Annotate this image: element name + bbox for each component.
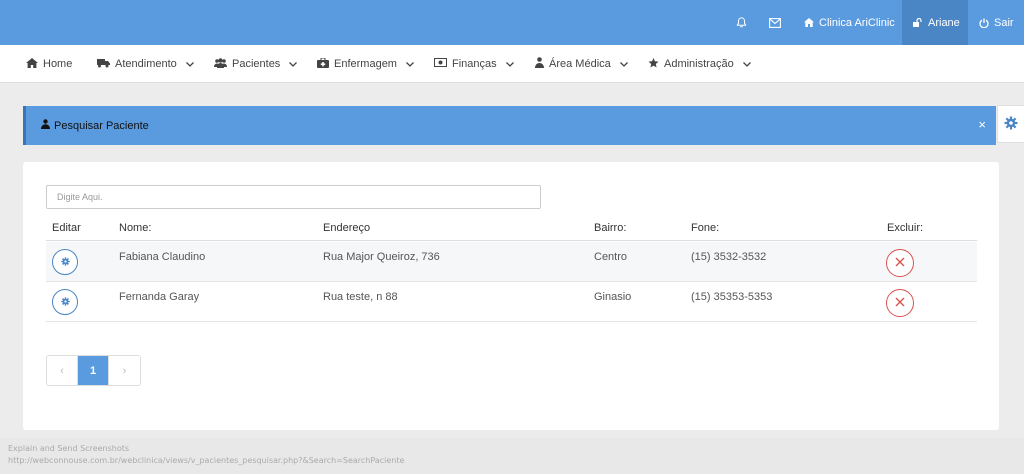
medkit-icon bbox=[317, 57, 329, 71]
table-header: Editar Nome: Endereço Bairro: Fone: Excl… bbox=[46, 219, 977, 241]
home-icon bbox=[804, 18, 814, 27]
clinic-label: Clinica AriClinic bbox=[819, 16, 895, 29]
prev-page-button[interactable]: ‹ bbox=[47, 356, 78, 385]
menu-item-label: Enfermagem bbox=[334, 58, 397, 70]
clinic-link[interactable]: Clinica AriClinic bbox=[804, 0, 895, 45]
edit-button[interactable] bbox=[52, 289, 78, 315]
search-panel-title: Pesquisar Paciente bbox=[41, 119, 149, 132]
menu-item-atendimento[interactable]: Atendimento bbox=[97, 45, 194, 83]
doctor-icon bbox=[535, 57, 544, 71]
delete-button[interactable] bbox=[886, 289, 914, 317]
next-page-button[interactable]: › bbox=[109, 356, 140, 385]
menu-item-label: Pacientes bbox=[232, 58, 281, 70]
chevron-down-icon bbox=[289, 58, 298, 70]
logout-label: Sair bbox=[994, 16, 1014, 29]
notifications-button[interactable] bbox=[736, 0, 747, 45]
cell-district: Ginasio bbox=[594, 291, 632, 303]
unlock-icon bbox=[913, 18, 923, 27]
cell-phone: (15) 35353-5353 bbox=[691, 291, 773, 303]
status-line-url: http://webconnouse.com.br/webclinica/vie… bbox=[8, 456, 405, 465]
messages-button[interactable] bbox=[769, 0, 781, 45]
cell-name: Fabiana Claudino bbox=[119, 251, 206, 263]
edit-button[interactable] bbox=[52, 249, 78, 275]
menu-item-label: Administração bbox=[664, 58, 734, 70]
user-menu[interactable]: Ariane bbox=[902, 0, 968, 45]
header-address: Endereço bbox=[323, 222, 371, 234]
header-name: Nome: bbox=[119, 222, 152, 234]
menu-item-label: Área Médica bbox=[549, 58, 611, 70]
search-panel-title-text: Pesquisar Paciente bbox=[54, 119, 149, 132]
cell-address: Rua teste, n 88 bbox=[323, 291, 398, 303]
user-icon bbox=[41, 119, 50, 132]
chevron-down-icon bbox=[406, 58, 414, 70]
header-edit: Editar bbox=[52, 222, 81, 234]
chevron-down-icon bbox=[185, 58, 194, 70]
header-phone: Fone: bbox=[691, 222, 720, 234]
top-navbar: Clinica AriClinic Ariane Sair bbox=[0, 0, 1024, 45]
users-icon bbox=[214, 57, 227, 71]
settings-toggle[interactable] bbox=[997, 105, 1024, 143]
power-icon bbox=[979, 18, 989, 28]
menu-item-pacientes[interactable]: Pacientes bbox=[214, 45, 298, 83]
pagination: ‹ 1 › bbox=[46, 355, 141, 386]
money-icon bbox=[434, 58, 447, 70]
menu-item-area-medica[interactable]: Área Médica bbox=[535, 45, 628, 83]
search-panel-header: Pesquisar Paciente × bbox=[23, 106, 996, 145]
chevron-down-icon bbox=[505, 58, 514, 70]
table-row: Fernanda Garay Rua teste, n 88 Ginasio (… bbox=[46, 282, 977, 322]
star-icon bbox=[648, 57, 659, 71]
gear-icon bbox=[60, 255, 70, 269]
gear-icon bbox=[1004, 116, 1018, 133]
menu-item-label: Finanças bbox=[452, 58, 497, 70]
delete-button[interactable] bbox=[886, 249, 914, 277]
close-icon[interactable]: × bbox=[978, 117, 986, 132]
menu-item-financas[interactable]: Finanças bbox=[434, 45, 514, 83]
menu-item-administracao[interactable]: Administração bbox=[648, 45, 751, 83]
cell-phone: (15) 3532-3532 bbox=[691, 251, 767, 263]
cell-district: Centro bbox=[594, 251, 628, 263]
menu-item-home[interactable]: Home bbox=[26, 45, 72, 83]
chevron-down-icon bbox=[619, 58, 628, 70]
results-panel: Editar Nome: Endereço Bairro: Fone: Excl… bbox=[23, 162, 999, 430]
bell-icon bbox=[736, 17, 747, 28]
user-label: Ariane bbox=[928, 16, 960, 29]
main-menu: Home Atendimento Pacientes Enfermagem Fi… bbox=[0, 45, 1024, 83]
cell-name: Fernanda Garay bbox=[119, 291, 200, 303]
gear-icon bbox=[60, 295, 70, 309]
close-icon bbox=[895, 296, 905, 310]
envelope-icon bbox=[769, 17, 781, 28]
menu-item-label: Atendimento bbox=[115, 58, 177, 70]
truck-icon bbox=[97, 58, 110, 71]
cell-address: Rua Major Queiroz, 736 bbox=[323, 251, 440, 263]
close-icon bbox=[895, 256, 905, 270]
chevron-down-icon bbox=[742, 58, 751, 70]
header-district: Bairro: bbox=[594, 222, 627, 234]
search-input[interactable] bbox=[46, 185, 541, 209]
menu-item-label: Home bbox=[43, 58, 73, 70]
status-line-explain: Explain and Send Screenshots bbox=[8, 444, 130, 453]
menu-item-enfermagem[interactable]: Enfermagem bbox=[317, 45, 414, 83]
table-row: Fabiana Claudino Rua Major Queiroz, 736 … bbox=[46, 242, 977, 282]
home-icon bbox=[26, 57, 38, 71]
header-delete: Excluir: bbox=[887, 222, 924, 234]
page-1-button[interactable]: 1 bbox=[78, 356, 109, 385]
logout-button[interactable]: Sair bbox=[979, 0, 1014, 45]
